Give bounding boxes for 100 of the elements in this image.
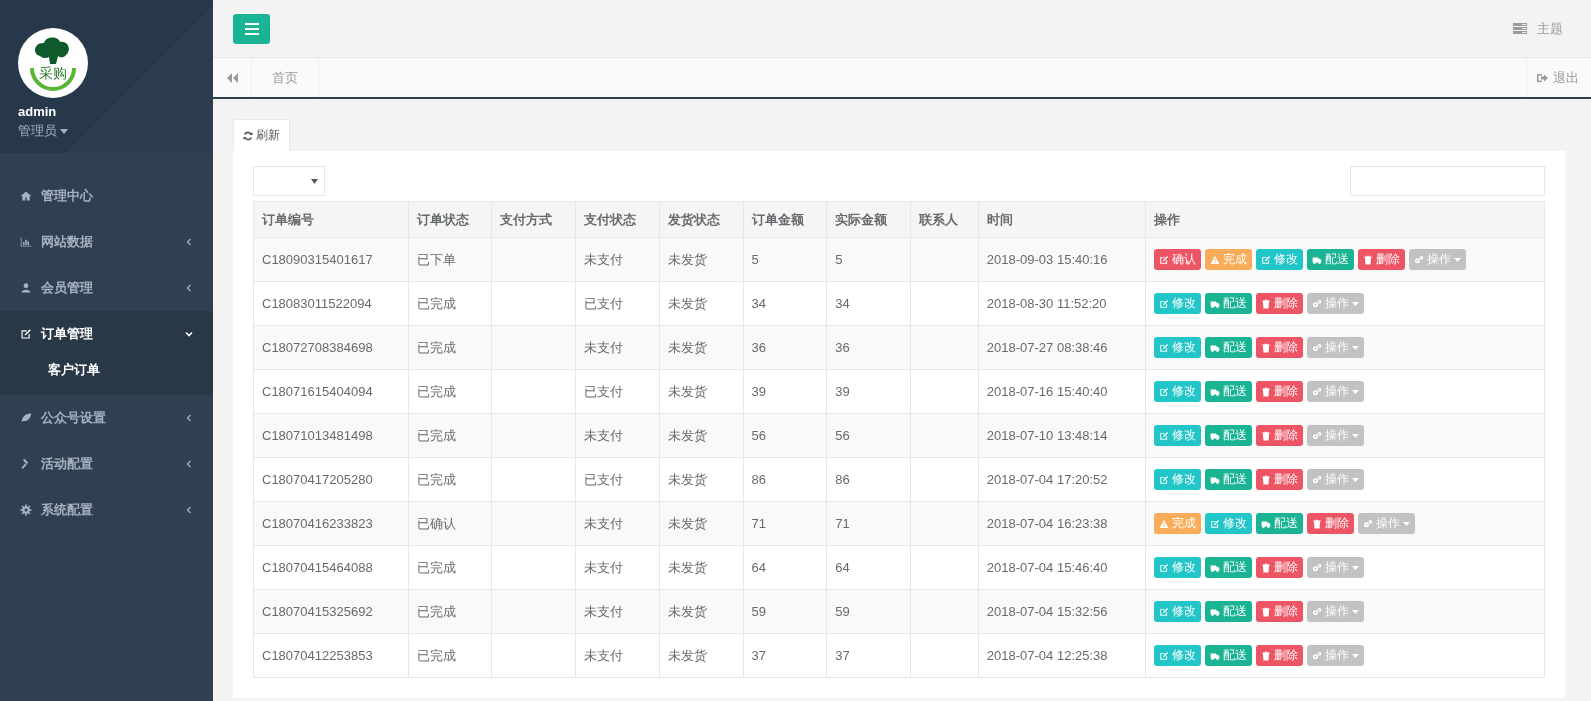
menu-item[interactable]: 会员管理: [0, 265, 213, 311]
table-cell: 未发货: [659, 281, 744, 326]
gears-icon: [1413, 254, 1424, 265]
page-tab[interactable]: 首页: [252, 58, 319, 97]
deliver-button[interactable]: 配送: [1204, 601, 1252, 622]
delete-button[interactable]: 删除: [1255, 601, 1303, 622]
deliver-button[interactable]: 配送: [1306, 249, 1354, 270]
menu-item[interactable]: 管理中心: [0, 173, 213, 219]
delete-button[interactable]: 删除: [1255, 381, 1303, 402]
trash-icon: [1260, 650, 1271, 661]
column-header: 操作: [1145, 201, 1545, 238]
table-cell: C18070415464088: [253, 545, 409, 590]
deliver-button[interactable]: 配送: [1204, 469, 1252, 490]
table-cell: 59: [743, 589, 827, 634]
menu-item[interactable]: 系统配置: [0, 487, 213, 533]
delete-button[interactable]: 删除: [1255, 337, 1303, 358]
caret-icon: [1351, 653, 1359, 658]
caret-icon: [1351, 565, 1359, 570]
edit-icon: [1158, 562, 1169, 573]
table-cell: 64: [743, 545, 827, 590]
edit-icon: [1158, 386, 1169, 397]
table-cell: 未支付: [575, 325, 660, 370]
edit-button[interactable]: 修改: [1153, 337, 1201, 358]
caret-icon: [1351, 389, 1359, 394]
caret-icon: [1351, 433, 1359, 438]
caret-icon: [1453, 257, 1461, 262]
table-cell: 已完成: [408, 633, 492, 678]
trash-icon: [1311, 518, 1322, 529]
trash-icon: [1260, 562, 1271, 573]
table-cell: 2018-07-04 17:20:52: [978, 457, 1146, 502]
menu-toggle-button[interactable]: [233, 13, 270, 44]
deliver-button[interactable]: 配送: [1255, 513, 1303, 534]
actions-dropdown-button[interactable]: 操作: [1306, 469, 1364, 490]
delete-button[interactable]: 删除: [1255, 645, 1303, 666]
user-icon: [20, 282, 32, 294]
actions-dropdown-button[interactable]: 操作: [1306, 601, 1364, 622]
edit-button[interactable]: 修改: [1153, 469, 1201, 490]
actions-dropdown-button[interactable]: 操作: [1306, 337, 1364, 358]
table-cell: C18070415325692: [253, 589, 409, 634]
delete-button[interactable]: 删除: [1255, 425, 1303, 446]
table-cell: 64: [826, 545, 911, 590]
deliver-button[interactable]: 配送: [1204, 293, 1252, 314]
delete-button[interactable]: 删除: [1255, 293, 1303, 314]
menu-item[interactable]: 网站数据: [0, 219, 213, 265]
actions-dropdown-button[interactable]: 操作: [1306, 293, 1364, 314]
table-cell: 已完成: [408, 281, 492, 326]
deliver-button[interactable]: 配送: [1204, 381, 1252, 402]
actions-dropdown-button[interactable]: 操作: [1306, 381, 1364, 402]
list-icon: [1513, 23, 1527, 34]
table-cell: 36: [743, 325, 827, 370]
table-cell: 未支付: [575, 545, 660, 590]
complete-button[interactable]: 完成: [1204, 249, 1252, 270]
logout-button[interactable]: 退出: [1526, 58, 1591, 97]
table-cell: 已完成: [408, 457, 492, 502]
theme-button[interactable]: 主题: [1513, 19, 1571, 38]
table-cell: C18070416233823: [253, 501, 409, 546]
actions-dropdown-button[interactable]: 操作: [1357, 513, 1415, 534]
actions-dropdown-button[interactable]: 操作: [1306, 425, 1364, 446]
confirm-button[interactable]: 确认: [1153, 249, 1201, 270]
edit-button[interactable]: 修改: [1153, 425, 1201, 446]
deliver-button[interactable]: 配送: [1204, 337, 1252, 358]
column-header: 实际金额: [826, 201, 911, 238]
user-role-dropdown[interactable]: 管理员: [18, 122, 213, 140]
column-header: 时间: [978, 201, 1146, 238]
deliver-button[interactable]: 配送: [1204, 645, 1252, 666]
menu-item[interactable]: 订单管理: [0, 311, 213, 357]
table-cell: 已完成: [408, 369, 492, 414]
edit-icon: [1158, 254, 1169, 265]
edit-button[interactable]: 修改: [1153, 601, 1201, 622]
delete-button[interactable]: 删除: [1255, 557, 1303, 578]
table-cell: 未发货: [659, 633, 744, 678]
gears-icon: [1311, 430, 1322, 441]
table-cell: 2018-07-04 15:32:56: [978, 589, 1146, 634]
actions-dropdown-button[interactable]: 操作: [1306, 557, 1364, 578]
edit-icon: [20, 328, 32, 340]
menu-item[interactable]: 活动配置: [0, 441, 213, 487]
search-field[interactable]: [1350, 166, 1545, 196]
table-cell: 已确认: [408, 501, 492, 546]
edit-button[interactable]: 修改: [1204, 513, 1252, 534]
table-cell: 未支付: [575, 237, 660, 282]
delete-button[interactable]: 删除: [1357, 249, 1405, 270]
menu-item[interactable]: 公众号设置: [0, 395, 213, 441]
complete-button[interactable]: 完成: [1153, 513, 1201, 534]
sign-out-icon: [1537, 72, 1548, 83]
deliver-button[interactable]: 配送: [1204, 557, 1252, 578]
table-cell: 56: [743, 413, 827, 458]
edit-button[interactable]: 修改: [1153, 381, 1201, 402]
edit-button[interactable]: 修改: [1255, 249, 1303, 270]
delete-button[interactable]: 删除: [1306, 513, 1354, 534]
actions-dropdown-button[interactable]: 操作: [1306, 645, 1364, 666]
deliver-button[interactable]: 配送: [1204, 425, 1252, 446]
edit-button[interactable]: 修改: [1153, 557, 1201, 578]
edit-button[interactable]: 修改: [1153, 645, 1201, 666]
table-cell: 37: [743, 633, 827, 678]
table-cell: 已支付: [575, 281, 660, 326]
edit-button[interactable]: 修改: [1153, 293, 1201, 314]
refresh-button[interactable]: 刷新: [233, 119, 290, 151]
column-header: 联系人: [910, 201, 979, 238]
delete-button[interactable]: 删除: [1255, 469, 1303, 490]
actions-dropdown-button[interactable]: 操作: [1408, 249, 1466, 270]
